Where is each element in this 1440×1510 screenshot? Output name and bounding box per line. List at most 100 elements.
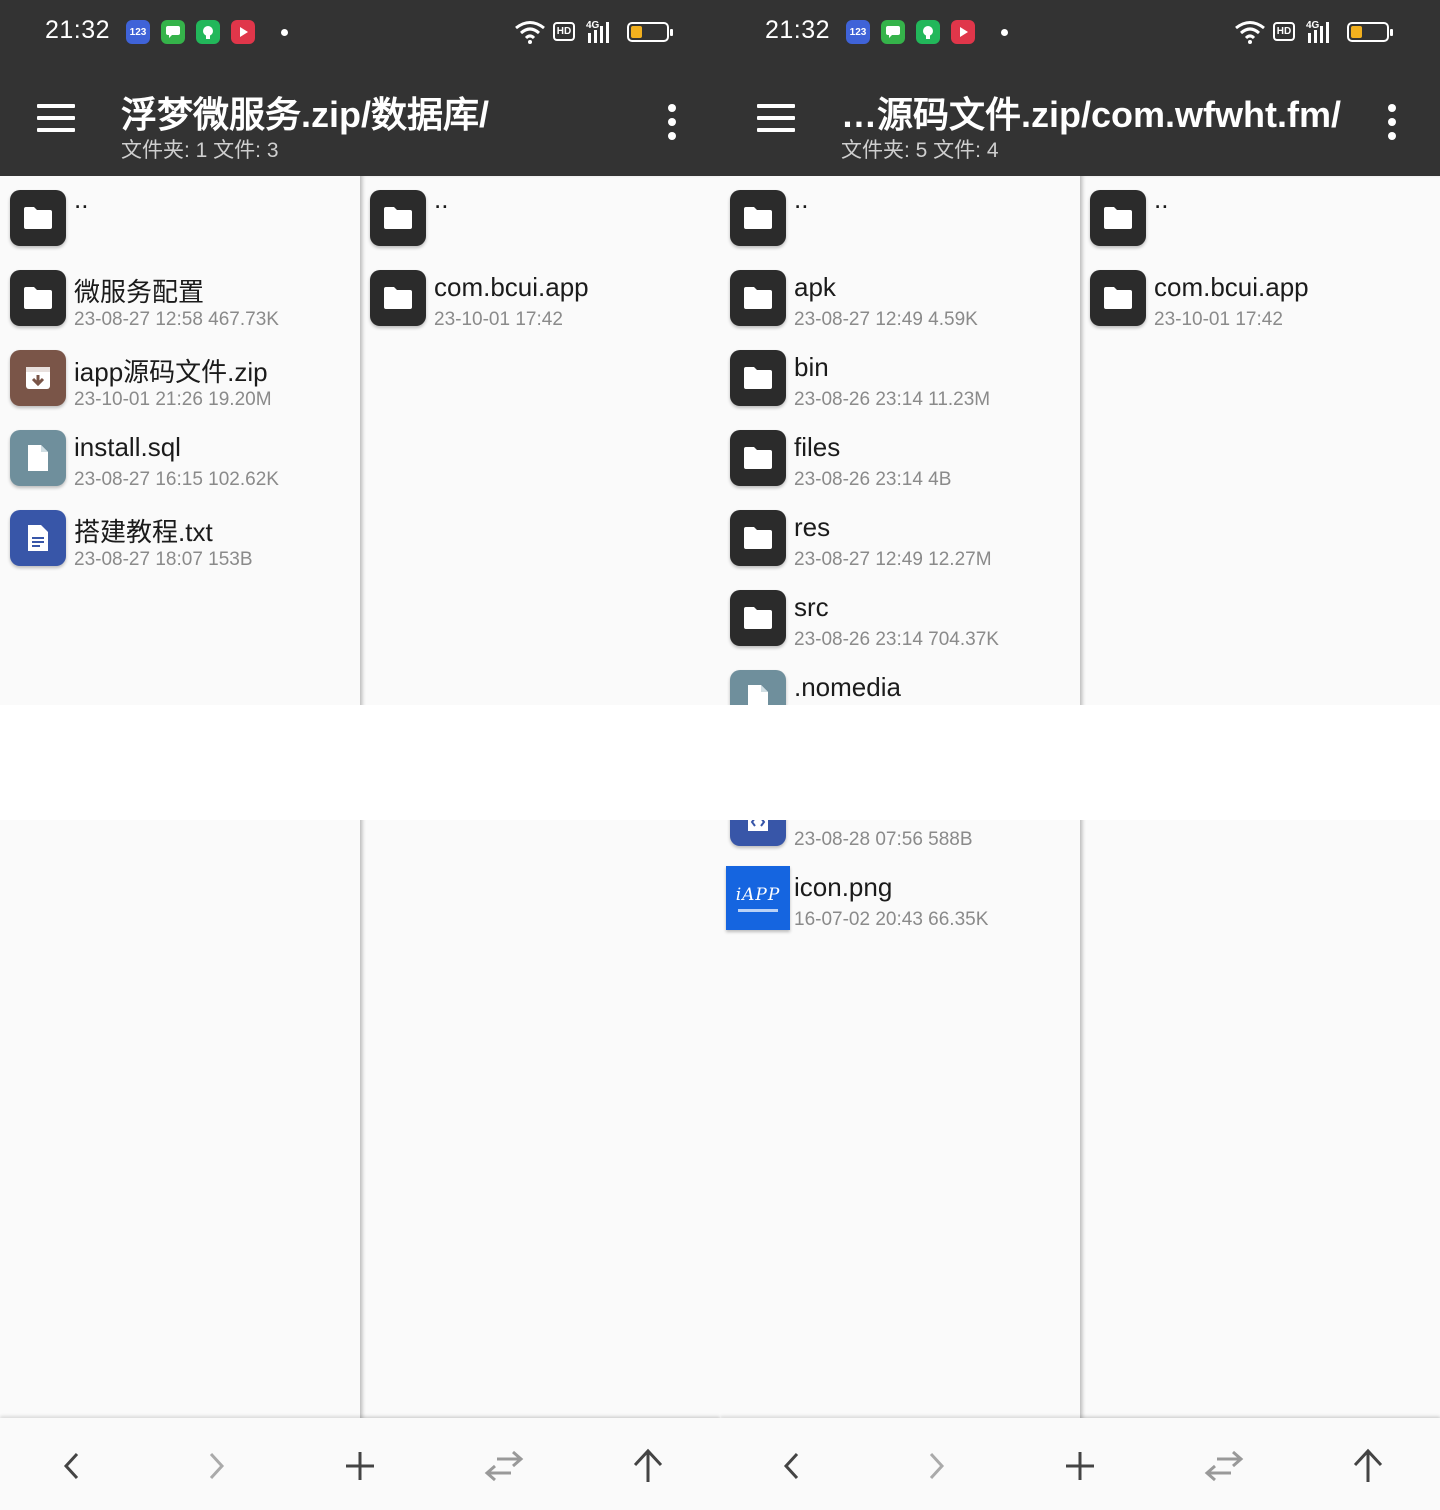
file-row[interactable]: files 23-08-26 23:14 4B (720, 418, 1080, 498)
bottom-nav-bar (720, 1418, 1440, 1510)
path-title: 浮梦微服务.zip/数据库/ (121, 94, 489, 135)
parent-folder-icon (370, 190, 426, 246)
file-name: icon.png (794, 872, 893, 902)
parent-directory-row[interactable]: .. (720, 178, 1080, 258)
file-row[interactable]: res 23-08-27 12:49 12.27M (720, 498, 1080, 578)
swap-icon[interactable] (482, 1446, 526, 1486)
file-row[interactable]: iapp源码文件.zip 23-10-01 21:26 19.20M (0, 338, 360, 418)
file-name: bin (794, 352, 829, 382)
menu-icon[interactable] (37, 104, 75, 134)
hd-icon: HD (553, 22, 575, 41)
file-row[interactable]: com.bcui.app 23-10-01 17:42 (360, 258, 720, 338)
file-name: .nomedia (794, 672, 901, 702)
add-icon[interactable] (338, 1446, 382, 1486)
file-meta: 23-10-01 21:26 19.20M (74, 389, 272, 410)
file-name: com.bcui.app (1154, 272, 1309, 302)
notification-dot (1001, 29, 1008, 36)
file-row[interactable]: iAPP icon.png 16-07-02 20:43 66.35K (720, 858, 1080, 938)
folder-icon (730, 510, 786, 566)
folder-icon (10, 270, 66, 326)
thumbnail-text: iAPP (735, 884, 781, 905)
network-type-label: 4G (1306, 20, 1320, 31)
file-row[interactable]: apk 23-08-27 12:49 4.59K (720, 258, 1080, 338)
video-app-icon (951, 20, 975, 44)
4g-signal-icon: 4G (1306, 20, 1329, 43)
add-icon[interactable] (1058, 1446, 1102, 1486)
123-app-icon: 123 (846, 20, 870, 44)
file-meta: 16-07-02 20:43 66.35K (794, 909, 989, 930)
back-icon[interactable] (770, 1446, 814, 1486)
image-thumbnail: iAPP (726, 866, 790, 930)
file-meta: 23-08-28 07:56 588B (794, 829, 973, 850)
file-name: 微服务配置 (74, 277, 205, 307)
video-app-icon (231, 20, 255, 44)
chat-app-icon (881, 20, 905, 44)
battery-icon (1347, 22, 1393, 42)
folder-icon (730, 430, 786, 486)
parent-directory-row[interactable]: .. (360, 178, 720, 258)
back-icon[interactable] (50, 1446, 94, 1486)
parent-folder-icon (1090, 190, 1146, 246)
notification-dot (281, 29, 288, 36)
more-options-icon[interactable] (1384, 104, 1400, 140)
file-row[interactable]: com.bcui.app 23-10-01 17:42 (1080, 258, 1440, 338)
swap-icon[interactable] (1202, 1446, 1246, 1486)
123-app-icon: 123 (126, 20, 150, 44)
file-name: .. (74, 184, 89, 214)
file-meta: 23-10-01 17:42 (1154, 309, 1283, 330)
file-meta: 23-08-27 12:58 467.73K (74, 309, 279, 330)
file-row[interactable]: bin 23-08-26 23:14 11.23M (720, 338, 1080, 418)
app-toolbar: 浮梦微服务.zip/数据库/ 文件夹: 1 文件: 3 (0, 64, 720, 176)
4g-signal-icon: 4G (586, 20, 609, 43)
battery-icon (627, 22, 673, 42)
file-name: install.sql (74, 432, 181, 462)
menu-icon[interactable] (757, 104, 795, 134)
text-document-icon (10, 510, 66, 566)
file-meta: 23-08-27 12:49 4.59K (794, 309, 978, 330)
file-meta: 23-08-26 23:14 11.23M (794, 389, 991, 410)
file-meta: 23-08-26 23:14 704.37K (794, 629, 999, 650)
status-time: 21:32 (45, 16, 111, 44)
file-name: com.bcui.app (434, 272, 589, 302)
path-title: …源码文件.zip/com.wfwht.fm/ (841, 94, 1341, 135)
file-name: apk (794, 272, 836, 302)
parent-directory-row[interactable]: .. (0, 178, 360, 258)
file-row[interactable]: 搭建教程.txt 23-08-27 18:07 153B (0, 498, 360, 578)
status-time: 21:32 (765, 16, 831, 44)
path-counts: 文件夹: 5 文件: 4 (841, 139, 999, 162)
chat-app-icon (161, 20, 185, 44)
more-options-icon[interactable] (664, 104, 680, 140)
forward-icon[interactable] (194, 1446, 238, 1486)
network-type-label: 4G (586, 20, 600, 31)
archive-icon (10, 350, 66, 406)
file-row[interactable]: 微服务配置 23-08-27 12:58 467.73K (0, 258, 360, 338)
up-icon[interactable] (626, 1446, 670, 1486)
hd-icon: HD (1273, 22, 1295, 41)
file-meta: 23-08-27 12:49 12.27M (794, 549, 992, 570)
folder-icon (730, 270, 786, 326)
status-bar: 21:32 123 HD 4G (720, 0, 1440, 64)
file-name: .. (434, 184, 449, 214)
folder-icon (370, 270, 426, 326)
file-name: .. (1154, 184, 1169, 214)
file-row[interactable]: install.sql 23-08-27 16:15 102.62K (0, 418, 360, 498)
file-meta: 23-08-27 18:07 153B (74, 549, 253, 570)
screenshot-gap (0, 705, 1440, 820)
file-meta: 23-10-01 17:42 (434, 309, 563, 330)
parent-folder-icon (730, 190, 786, 246)
status-bar: 21:32 123 HD 4G (0, 0, 720, 64)
path-counts: 文件夹: 1 文件: 3 (121, 139, 279, 162)
file-name: res (794, 512, 831, 542)
green-app-icon (916, 20, 940, 44)
wifi-icon (1235, 21, 1265, 44)
up-icon[interactable] (1346, 1446, 1390, 1486)
file-row[interactable]: src 23-08-26 23:14 704.37K (720, 578, 1080, 658)
file-meta: 23-08-27 16:15 102.62K (74, 469, 279, 490)
file-name: iapp源码文件.zip (74, 357, 268, 387)
folder-icon (1090, 270, 1146, 326)
forward-icon[interactable] (914, 1446, 958, 1486)
parent-directory-row[interactable]: .. (1080, 178, 1440, 258)
parent-folder-icon (10, 190, 66, 246)
folder-icon (730, 350, 786, 406)
file-meta: 23-08-26 23:14 4B (794, 469, 952, 490)
